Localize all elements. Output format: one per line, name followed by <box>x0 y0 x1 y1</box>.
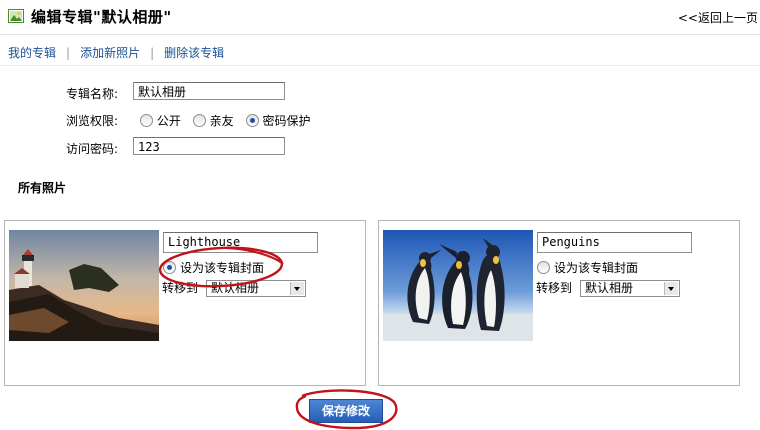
nav-separator: | <box>150 46 155 60</box>
permission-row: 浏览权限: 公开 亲友 密码保护 <box>66 112 311 129</box>
photo-caption-input[interactable]: Penguins <box>537 232 692 253</box>
photo-card: Lighthouse 设为该专辑封面 转移到 默认相册 <box>4 220 366 386</box>
page-title: 编辑专辑"默认相册" <box>31 8 172 26</box>
password-row: 访问密码: <box>66 140 130 157</box>
album-nav: 我的专辑 | 添加新照片 | 删除该专辑 <box>8 44 224 61</box>
all-photos-heading: 所有照片 <box>18 181 67 195</box>
annotation-circle <box>295 389 398 430</box>
album-select[interactable]: 默认相册 <box>580 280 681 297</box>
album-name-input[interactable]: 默认相册 <box>133 82 285 100</box>
page-header: 编辑专辑"默认相册" <<返回上一页 <box>0 0 760 35</box>
perm-option-label: 亲友 <box>209 114 234 128</box>
nav-add-photos[interactable]: 添加新照片 <box>80 46 140 60</box>
perm-option-password[interactable]: 密码保护 <box>245 114 311 128</box>
album-name-row: 专辑名称: <box>66 85 130 102</box>
album-name-label: 专辑名称: <box>66 87 119 101</box>
password-input[interactable]: 123 <box>133 137 285 155</box>
nav-delete-album[interactable]: 删除该专辑 <box>164 46 224 60</box>
chevron-down-icon[interactable] <box>290 282 305 295</box>
set-cover-label: 设为该专辑封面 <box>554 261 639 275</box>
nav-my-albums[interactable]: 我的专辑 <box>8 46 56 60</box>
perm-option-label: 密码保护 <box>262 114 311 128</box>
photo-card: Penguins 设为该专辑封面 转移到 默认相册 <box>378 220 740 386</box>
move-to-label: 转移到 <box>536 281 573 295</box>
set-cover-option[interactable]: 设为该专辑封面 <box>537 259 638 276</box>
radio-icon[interactable] <box>245 114 259 127</box>
move-to-row: 转移到 默认相册 <box>536 279 681 297</box>
perm-option-label: 公开 <box>156 114 181 128</box>
penguins-photo <box>383 230 533 341</box>
lighthouse-photo <box>9 230 159 341</box>
annotation-circle <box>158 246 284 288</box>
nav-separator: | <box>66 46 71 60</box>
divider <box>0 65 760 66</box>
radio-icon[interactable] <box>537 261 550 274</box>
perm-option-public[interactable]: 公开 <box>139 114 181 128</box>
album-select-value: 默认相册 <box>585 281 634 295</box>
permission-label: 浏览权限: <box>66 114 119 128</box>
radio-icon[interactable] <box>192 114 206 127</box>
perm-option-friends[interactable]: 亲友 <box>192 114 234 128</box>
album-icon <box>8 9 24 23</box>
chevron-down-icon[interactable] <box>664 282 679 295</box>
back-link[interactable]: <<返回上一页 <box>678 9 758 26</box>
radio-icon[interactable] <box>139 114 153 127</box>
password-label: 访问密码: <box>66 142 119 156</box>
